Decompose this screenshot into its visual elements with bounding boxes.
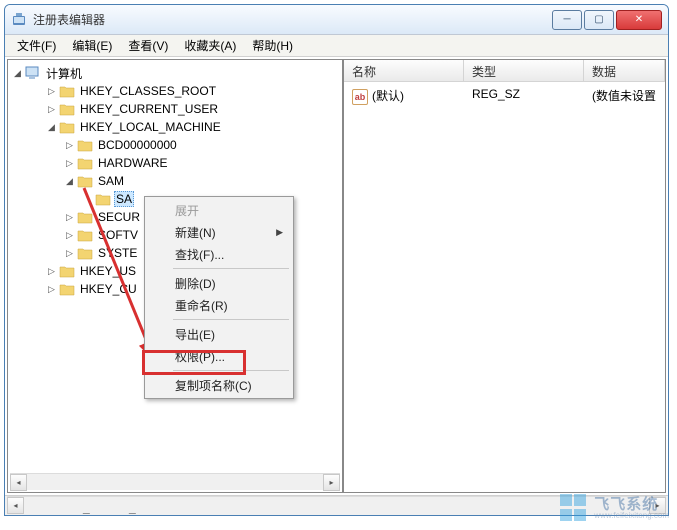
folder-icon — [59, 102, 75, 116]
folder-icon — [59, 264, 75, 278]
value-name: (默认) — [372, 89, 404, 103]
horizontal-scrollbar[interactable]: ◂ ▸ — [7, 496, 666, 513]
menu-view[interactable]: 查看(V) — [120, 35, 176, 56]
twisty-icon[interactable]: ◢ — [12, 68, 23, 79]
list-header: 名称 类型 数据 — [344, 60, 665, 82]
cm-separator — [173, 268, 289, 269]
twisty-icon[interactable]: ▷ — [64, 140, 75, 151]
cm-rename[interactable]: 重命名(R) — [147, 294, 291, 316]
tree-label: SECUR — [96, 210, 142, 224]
content-area: ◢ 计算机 ▷ HKEY_CLASSES_ROOT ▷ HKEY_CURRENT_US… — [5, 57, 668, 495]
folder-icon — [77, 174, 93, 188]
twisty-icon[interactable]: ▷ — [64, 230, 75, 241]
tree-label: SOFTV — [96, 228, 140, 242]
tree-node[interactable]: ▷ HKEY_CLASSES_ROOT — [10, 82, 340, 100]
cm-find[interactable]: 查找(F)... — [147, 243, 291, 265]
tree-label: HKEY_US — [78, 264, 138, 278]
tree-label: HARDWARE — [96, 156, 170, 170]
scroll-left-button[interactable]: ◂ — [7, 497, 24, 514]
list-row[interactable]: ab (默认) REG_SZ (数值未设置 — [344, 82, 665, 110]
maximize-button[interactable]: ▢ — [584, 10, 614, 30]
folder-icon — [77, 246, 93, 260]
col-header-name[interactable]: 名称 — [344, 60, 464, 81]
tree-node[interactable]: ▷ HARDWARE — [10, 154, 340, 172]
folder-icon — [59, 84, 75, 98]
close-button[interactable]: ✕ — [616, 10, 662, 30]
titlebar[interactable]: 注册表编辑器 ─ ▢ ✕ — [5, 5, 668, 35]
string-value-icon: ab — [352, 89, 368, 105]
tree-label: SYSTE — [96, 246, 139, 260]
window-controls: ─ ▢ ✕ — [552, 10, 662, 30]
tree-label: HKEY_LOCAL_MACHINE — [78, 120, 223, 134]
tree-node[interactable]: ▷ HKEY_CURRENT_USER — [10, 100, 340, 118]
folder-icon — [77, 156, 93, 170]
menu-help[interactable]: 帮助(H) — [244, 35, 301, 56]
value-data-cell: (数值未设置 — [584, 85, 665, 107]
tree-root[interactable]: ◢ 计算机 — [10, 64, 340, 82]
col-header-data[interactable]: 数据 — [584, 60, 665, 81]
cm-permissions[interactable]: 权限(P)... — [147, 345, 291, 367]
scroll-right-button[interactable]: ▸ — [649, 497, 666, 514]
twisty-icon[interactable]: ◢ — [64, 176, 75, 187]
scroll-track[interactable] — [27, 474, 323, 490]
tree-label: BCD00000000 — [96, 138, 179, 152]
col-header-type[interactable]: 类型 — [464, 60, 584, 81]
scroll-left-button[interactable]: ◂ — [10, 474, 27, 491]
tree-label: HKEY_CURRENT_USER — [78, 102, 220, 116]
tree-node[interactable]: ◢ SAM — [10, 172, 340, 190]
tree-label: HKEY_CU — [78, 282, 139, 296]
tree-label: SA — [114, 191, 134, 207]
cm-delete[interactable]: 删除(D) — [147, 272, 291, 294]
submenu-arrow-icon: ▶ — [276, 227, 283, 238]
folder-icon — [77, 228, 93, 242]
twisty-icon[interactable]: ▷ — [46, 104, 57, 115]
value-type-cell: REG_SZ — [464, 85, 584, 107]
folder-icon — [95, 192, 111, 206]
menubar: 文件(F) 编辑(E) 查看(V) 收藏夹(A) 帮助(H) — [5, 35, 668, 57]
twisty-icon[interactable]: ◢ — [46, 122, 57, 133]
context-menu: 展开 新建(N)▶ 查找(F)... 删除(D) 重命名(R) 导出(E) 权限… — [144, 196, 294, 399]
tree-label: SAM — [96, 174, 126, 188]
cm-copy-key-name[interactable]: 复制项名称(C) — [147, 374, 291, 396]
folder-icon — [59, 282, 75, 296]
menu-file[interactable]: 文件(F) — [9, 35, 64, 56]
folder-icon — [77, 210, 93, 224]
minimize-button[interactable]: ─ — [552, 10, 582, 30]
horizontal-scrollbar[interactable]: ◂ ▸ — [10, 473, 340, 490]
folder-icon — [77, 138, 93, 152]
computer-icon — [25, 66, 41, 80]
cm-separator — [173, 370, 289, 371]
value-name-cell: ab (默认) — [344, 85, 464, 107]
twisty-icon[interactable]: ▷ — [64, 158, 75, 169]
tree-label: 计算机 — [44, 65, 84, 82]
twisty-icon[interactable]: ▷ — [46, 266, 57, 277]
tree-node[interactable]: ▷ BCD00000000 — [10, 136, 340, 154]
twisty-icon[interactable]: ▷ — [46, 86, 57, 97]
tree-label: HKEY_CLASSES_ROOT — [78, 84, 218, 98]
twisty-icon[interactable]: ▷ — [64, 248, 75, 259]
tree-node[interactable]: ◢ HKEY_LOCAL_MACHINE — [10, 118, 340, 136]
registry-editor-window: 注册表编辑器 ─ ▢ ✕ 文件(F) 编辑(E) 查看(V) 收藏夹(A) 帮助… — [4, 4, 669, 516]
cm-new[interactable]: 新建(N)▶ — [147, 221, 291, 243]
twisty-icon[interactable] — [82, 194, 93, 205]
menu-edit[interactable]: 编辑(E) — [64, 35, 120, 56]
cm-separator — [173, 319, 289, 320]
cm-export[interactable]: 导出(E) — [147, 323, 291, 345]
window-title: 注册表编辑器 — [33, 11, 552, 28]
folder-icon — [59, 120, 75, 134]
twisty-icon[interactable]: ▷ — [64, 212, 75, 223]
app-icon — [11, 12, 27, 28]
twisty-icon[interactable]: ▷ — [46, 284, 57, 295]
values-list-panel[interactable]: 名称 类型 数据 ab(默认) REG_SZ (数值未设置 ◂ ▸ — [343, 59, 666, 493]
cm-expand: 展开 — [147, 199, 291, 221]
scroll-track[interactable] — [24, 497, 649, 513]
menu-favorites[interactable]: 收藏夹(A) — [176, 35, 244, 56]
scroll-right-button[interactable]: ▸ — [323, 474, 340, 491]
